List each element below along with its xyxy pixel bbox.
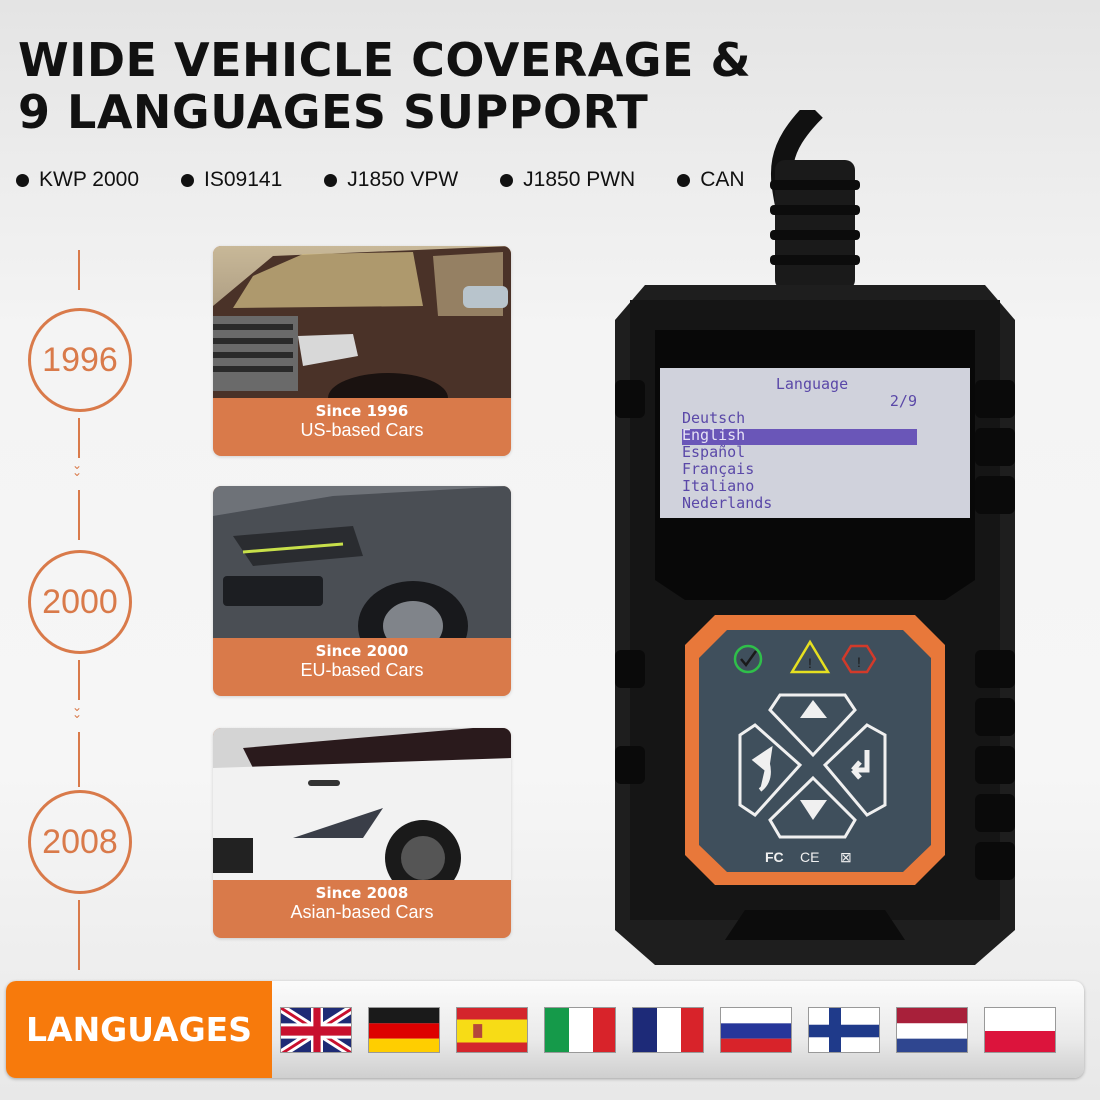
lcd-menu-item[interactable]: Nederlands xyxy=(682,495,922,512)
us-truck-photo xyxy=(213,246,511,423)
finland-flag-icon xyxy=(808,1006,880,1053)
card-caption: Since 2008 Asian-based Cars xyxy=(290,884,434,922)
italy-flag-icon xyxy=(544,1006,616,1053)
year-circle-1996: 1996 xyxy=(28,308,132,412)
vehicle-card-us: Since 1996 US-based Cars xyxy=(213,246,511,456)
netherlands-flag-icon xyxy=(896,1006,968,1053)
lcd-title: Language xyxy=(775,375,849,393)
protocol-item: KWP 2000 xyxy=(16,168,139,192)
timeline-line xyxy=(78,418,80,458)
poland-flag-icon xyxy=(984,1006,1056,1053)
svg-text:!: ! xyxy=(857,654,861,670)
timeline-line xyxy=(78,900,80,970)
chevron-down-icon: ⌄ ⌄ xyxy=(72,700,83,721)
bullet-icon xyxy=(16,173,29,187)
timeline-line xyxy=(78,732,80,787)
year-timeline: 1996 ⌄ ⌄ 2000 ⌄ ⌄ 2008 xyxy=(0,240,160,980)
timeline-line xyxy=(78,660,80,700)
russia-flag-icon xyxy=(720,1006,792,1053)
ce-mark: CE xyxy=(800,849,819,865)
languages-label: LANGUAGES xyxy=(6,981,272,1078)
weee-mark: ⊠ xyxy=(840,849,852,865)
title-line-1: WIDE VEHICLE COVERAGE & xyxy=(18,33,752,87)
france-flag-icon xyxy=(632,1006,704,1053)
svg-text:!: ! xyxy=(808,655,812,671)
lcd-page-indicator: 2/9 xyxy=(889,392,917,410)
timeline-line xyxy=(78,250,80,290)
asian-sportscar-photo xyxy=(213,728,511,896)
card-caption: Since 1996 US-based Cars xyxy=(300,402,424,440)
eu-suv-photo xyxy=(213,486,511,671)
card-caption: Since 2000 EU-based Cars xyxy=(300,642,424,680)
lcd-menu-item-selected[interactable]: English xyxy=(682,427,922,444)
obd2-scanner-device: ! ! FC CE ⊠ Language 2/9 Deutsch English… xyxy=(605,102,1030,970)
bullet-icon xyxy=(181,173,195,187)
vehicle-card-eu: Since 2000 EU-based Cars xyxy=(213,486,511,696)
protocol-item: J1850 VPW xyxy=(324,168,458,192)
chevron-down-icon: ⌄ ⌄ xyxy=(72,458,83,479)
fcc-mark: FC xyxy=(765,849,784,865)
lcd-menu-item[interactable]: Italiano xyxy=(682,478,922,495)
bullet-icon xyxy=(500,173,514,187)
protocol-item: IS09141 xyxy=(181,168,282,192)
lcd-text: Language 2/9 Deutsch English Español Fra… xyxy=(682,376,922,512)
bullet-icon xyxy=(324,173,338,187)
lcd-menu-item[interactable]: Deutsch xyxy=(682,410,922,427)
vehicle-card-asia: Since 2008 Asian-based Cars xyxy=(213,728,511,938)
flag-list xyxy=(280,1006,1072,1053)
languages-banner: LANGUAGES xyxy=(6,981,1084,1078)
cable-strain-relief xyxy=(775,160,855,290)
lcd-menu-item[interactable]: Español xyxy=(682,444,922,461)
timeline-line xyxy=(78,490,80,540)
spain-flag-icon xyxy=(456,1006,528,1053)
year-circle-2000: 2000 xyxy=(28,550,132,654)
year-circle-2008: 2008 xyxy=(28,790,132,894)
germany-flag-icon xyxy=(368,1006,440,1053)
lcd-menu-item[interactable]: Français xyxy=(682,461,922,478)
uk-flag-icon xyxy=(280,1006,352,1053)
